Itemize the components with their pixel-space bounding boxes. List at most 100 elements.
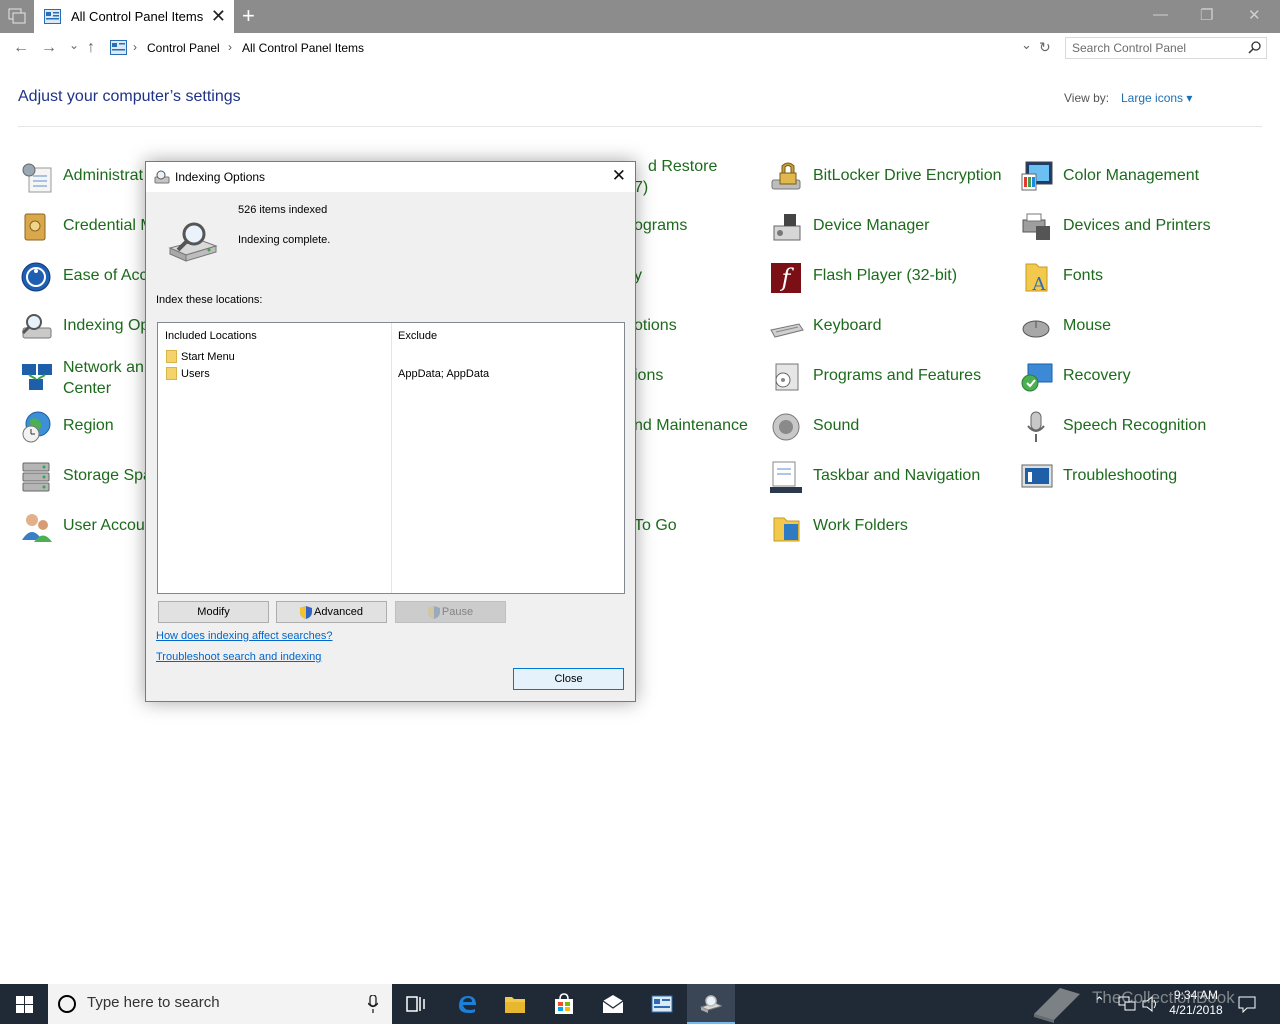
new-tab-button[interactable]: + [242, 4, 255, 28]
region-icon [22, 411, 51, 443]
address-dropdown-button[interactable]: ⌄ [1021, 37, 1032, 53]
taskbar-search[interactable] [48, 984, 392, 1024]
exclude-value: AppData; AppData [398, 368, 490, 380]
taskbar-store[interactable] [540, 984, 588, 1024]
close-button[interactable]: ✕ [1248, 6, 1261, 24]
search-box[interactable] [1065, 37, 1267, 59]
item-label: Flash Player (32-bit) [813, 267, 958, 284]
maximize-button[interactable]: ❐ [1200, 6, 1213, 24]
credential-manager-icon [24, 213, 46, 241]
indexing-drive-icon [168, 222, 218, 262]
item-label: Devices and Printers [1063, 217, 1211, 234]
dialog-close-icon[interactable]: ✕ [612, 166, 626, 186]
item-label: Programs and Features [813, 367, 982, 384]
uac-shield-icon [427, 605, 440, 619]
device-manager-icon [773, 214, 801, 241]
indexing-options-icon [154, 170, 170, 184]
pause-button[interactable]: Pause [395, 601, 506, 623]
recent-locations-button[interactable]: ⌄ [69, 38, 79, 52]
minimize-button[interactable]: — [1153, 6, 1168, 23]
mail-icon [602, 995, 624, 1013]
window-menu-icon[interactable] [8, 8, 26, 24]
items-indexed-count: 526 items indexed [238, 204, 328, 216]
pause-label: Pause [441, 606, 474, 618]
advanced-label: Advanced [314, 606, 363, 618]
advanced-button[interactable]: Advanced [276, 601, 387, 623]
indexing-options-icon [700, 995, 722, 1013]
dialog-titlebar[interactable]: Indexing Options ✕ [146, 162, 635, 192]
modify-button[interactable]: Modify [158, 601, 269, 623]
item-label: Troubleshooting [1063, 467, 1178, 484]
tab-close-icon[interactable]: ✕ [211, 6, 226, 26]
item-label: ograms [634, 217, 688, 234]
item-label: ions [634, 367, 664, 384]
file-explorer-icon [505, 997, 525, 1013]
folder-icon [166, 350, 177, 363]
view-by-dropdown[interactable]: Large icons ▾ [1121, 91, 1192, 105]
item-label: Mouse [1063, 317, 1112, 334]
column-header-exclude[interactable]: Exclude [398, 330, 437, 342]
troubleshoot-link[interactable]: Troubleshoot search and indexing [156, 651, 321, 663]
location-name: Start Menu [181, 351, 235, 363]
indexing-options-icon [21, 314, 52, 339]
close-button[interactable]: Close [513, 668, 624, 690]
speech-recognition-icon [1027, 411, 1045, 442]
start-button[interactable] [0, 984, 48, 1024]
taskbar-search-input[interactable] [87, 994, 337, 1011]
taskbar-indexing-options[interactable] [687, 984, 735, 1024]
item-label: Network an [63, 359, 144, 376]
store-icon [555, 993, 573, 1014]
taskbar-file-explorer[interactable] [491, 984, 539, 1024]
column-header-included[interactable]: Included Locations [165, 330, 257, 342]
task-view-icon [406, 996, 425, 1012]
devices-printers-icon [1022, 213, 1050, 240]
troubleshooting-icon [1021, 464, 1053, 488]
back-button[interactable]: ← [13, 39, 29, 57]
breadcrumb-control-panel[interactable]: Control Panel [147, 41, 220, 55]
search-input[interactable] [1072, 41, 1242, 55]
search-icon[interactable] [1248, 41, 1261, 54]
taskbar-control-panel[interactable] [638, 984, 686, 1024]
item-label: otions [634, 317, 677, 334]
windows-logo-icon [16, 996, 33, 1013]
uac-shield-icon [300, 605, 313, 619]
item-label: Administrat [63, 167, 144, 184]
watermark-text: TheCollectionBook [1092, 988, 1235, 1007]
work-folders-icon [773, 517, 800, 542]
action-center-icon[interactable] [1238, 995, 1256, 1013]
task-view-button[interactable] [392, 984, 440, 1024]
modify-label: Modify [197, 606, 230, 618]
locations-list[interactable]: Included Locations Exclude Start Menu Us… [157, 322, 625, 594]
taskbar-edge[interactable] [443, 984, 491, 1024]
how-indexing-link[interactable]: How does indexing affect searches? [156, 630, 333, 642]
refresh-button[interactable]: ↻ [1039, 39, 1051, 56]
watermark-book-icon [1034, 988, 1080, 1023]
forward-button[interactable]: → [41, 39, 57, 57]
divider [18, 126, 1262, 127]
item-label-line2: Center [63, 380, 112, 397]
dialog-title: Indexing Options [175, 170, 266, 184]
microphone-icon[interactable] [368, 995, 378, 1013]
item-label: Color Management [1063, 167, 1200, 184]
svg-text:A: A [1032, 274, 1047, 294]
tab-all-control-panel-items[interactable]: All Control Panel Items ✕ [34, 0, 234, 33]
breadcrumb-all-items[interactable]: All Control Panel Items [242, 41, 364, 55]
page-title: Adjust your computer’s settings [18, 88, 241, 105]
breadcrumb-separator[interactable]: › [133, 40, 137, 54]
programs-features-icon [775, 363, 799, 391]
tab-title: All Control Panel Items [71, 9, 204, 24]
item-label: BitLocker Drive Encryption [813, 167, 1002, 184]
up-button[interactable]: ↑ [87, 39, 95, 57]
breadcrumb-separator[interactable]: › [228, 40, 232, 54]
ease-of-access-icon [21, 262, 51, 292]
control-panel-icon [110, 40, 127, 55]
indexing-status: Indexing complete. [238, 234, 331, 246]
item-label: To Go [634, 517, 677, 534]
edge-browser-icon [459, 996, 476, 1013]
keyboard-icon [770, 323, 804, 338]
item-label: Storage Spa [63, 467, 152, 484]
control-panel-icon [651, 995, 673, 1013]
storage-spaces-icon [22, 462, 50, 492]
taskbar-mail[interactable] [589, 984, 637, 1024]
sound-icon [772, 413, 800, 441]
